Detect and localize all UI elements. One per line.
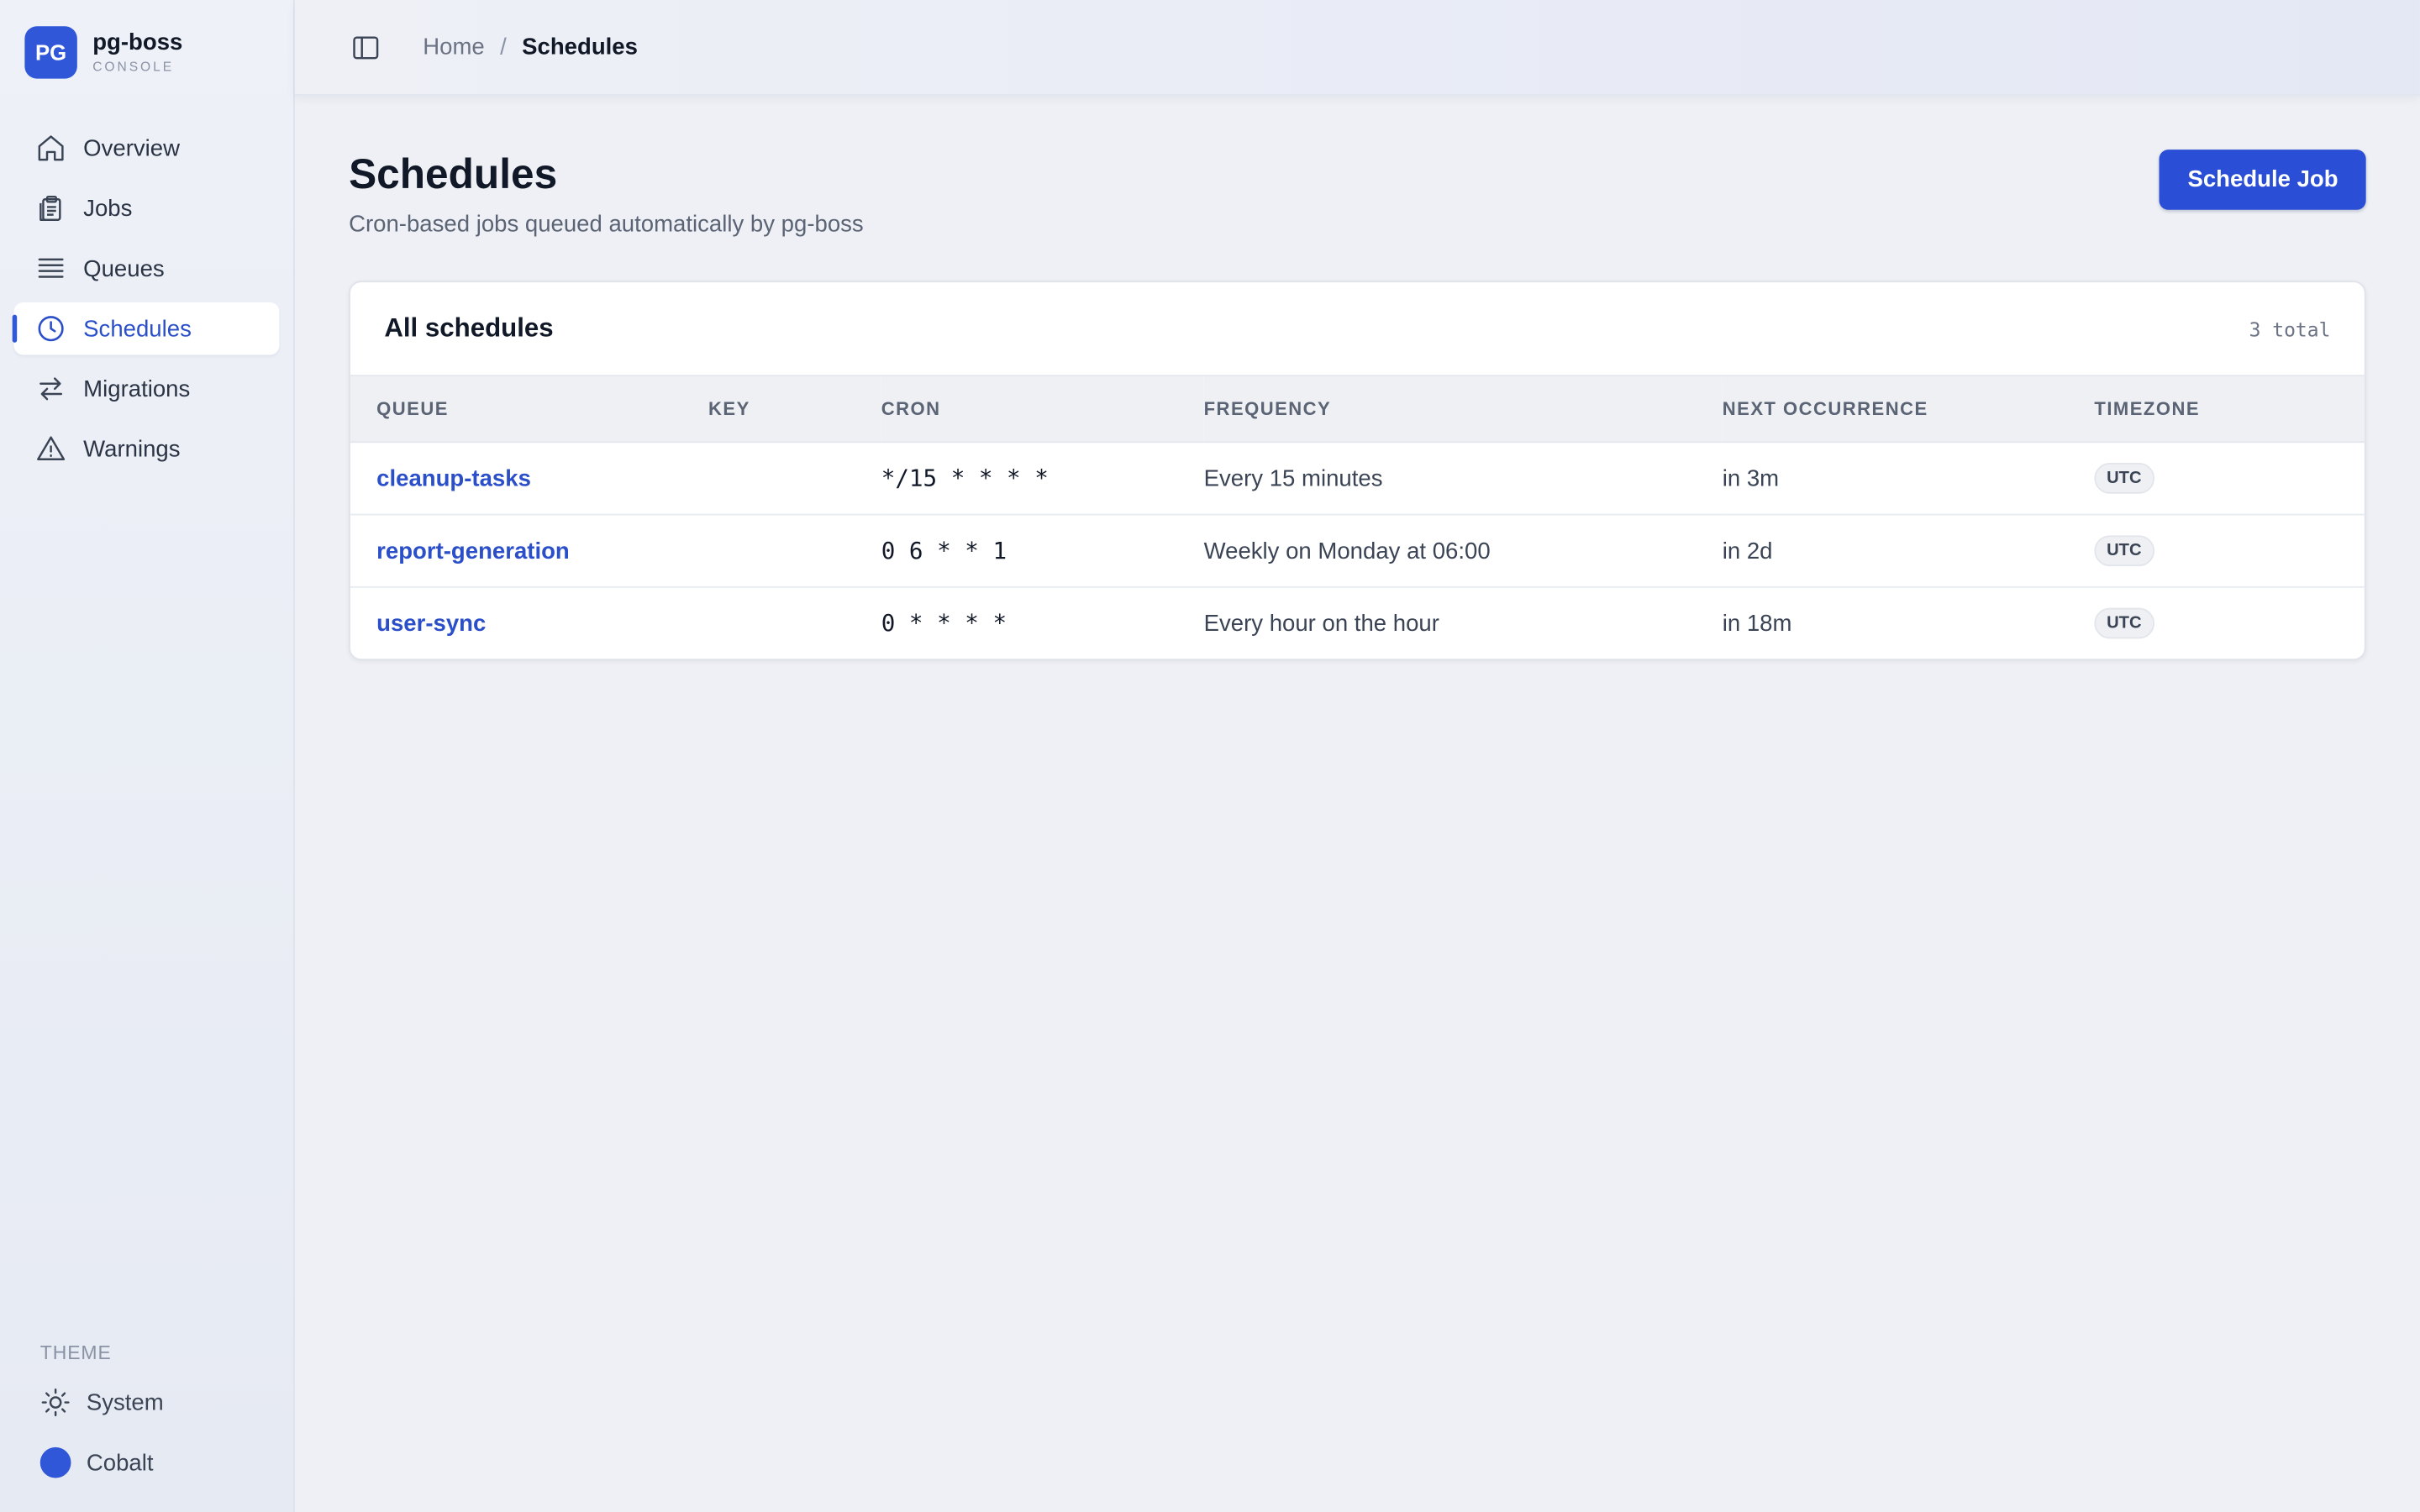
warning-icon — [37, 436, 66, 460]
sidebar-item-warnings[interactable]: Warnings — [14, 423, 280, 475]
sidebar-item-label: Overview — [83, 134, 181, 161]
brand-name: pg-boss — [92, 29, 183, 56]
theme-color-button[interactable]: Cobalt — [0, 1436, 293, 1488]
theme-label: THEME — [39, 1341, 112, 1364]
column-header-key[interactable]: KEY — [708, 375, 881, 444]
next-occurrence-cell: in 18m — [1722, 610, 1792, 637]
column-header-frequency[interactable]: FREQUENCY — [1203, 375, 1723, 444]
breadcrumb-home-link[interactable]: Home — [423, 34, 484, 60]
sun-icon — [41, 1389, 70, 1417]
column-header-queue[interactable]: QUEUE — [350, 375, 709, 444]
schedules-table: QUEUE KEY CRON FREQUENCY NEXT OCCURRENCE… — [350, 375, 2365, 659]
schedules-card: All schedules 3 total QUEUE KEY CRON FRE… — [349, 281, 2366, 661]
color-swatch — [39, 1446, 71, 1478]
frequency-cell: Every 15 minutes — [1203, 442, 1723, 516]
page-subtitle: Cron-based jobs queued automatically by … — [349, 211, 864, 238]
sidebar-toggle-icon[interactable] — [350, 32, 381, 63]
next-occurrence-cell: in 3m — [1722, 442, 2095, 516]
page-content: Schedules Cron-based jobs queued automat… — [295, 96, 2420, 661]
column-header-next-occurrence[interactable]: NEXT OCCURRENCE — [1722, 375, 2095, 444]
sidebar-item-label: Queues — [83, 255, 165, 282]
key-cell — [708, 442, 881, 516]
sidebar-item-jobs[interactable]: Jobs — [14, 182, 280, 234]
cron-expression: */15 * * * * — [881, 464, 1049, 492]
sidebar-nav: Overview Jobs Queues Schedules Migration… — [0, 122, 293, 475]
frequency-cell: Weekly on Monday at 06:00 — [1203, 514, 1723, 588]
brand[interactable]: PG pg-boss CONSOLE — [0, 0, 293, 81]
clock-icon — [38, 316, 64, 342]
key-cell — [708, 514, 881, 588]
theme-mode-button[interactable]: System — [0, 1376, 293, 1428]
sidebar-item-label: Migrations — [83, 375, 191, 402]
card-title: All schedules — [384, 312, 554, 343]
sidebar-item-label: Warnings — [83, 435, 181, 463]
page-title: Schedules — [349, 150, 558, 198]
breadcrumb: Home / Schedules — [423, 34, 638, 60]
sidebar-item-migrations[interactable]: Migrations — [14, 363, 280, 415]
sidebar-item-schedules[interactable]: Schedules — [12, 302, 280, 355]
next-occurrence-cell: in 2d — [1722, 514, 2095, 588]
sidebar-item-overview[interactable]: Overview — [14, 122, 280, 174]
queue-link[interactable]: report-generation — [376, 538, 570, 564]
total-count: 3 total — [2249, 317, 2331, 340]
list-icon — [38, 258, 64, 278]
brand-logo: PG — [24, 26, 77, 79]
queue-link[interactable]: cleanup-tasks — [376, 465, 531, 491]
topbar: Home / Schedules — [294, 0, 2420, 96]
key-cell — [708, 587, 881, 659]
theme-mode-label: System — [86, 1389, 164, 1416]
clipboard-icon — [39, 195, 61, 221]
home-icon — [38, 135, 64, 161]
brand-subtitle: CONSOLE — [92, 59, 175, 75]
theme-color-label: Cobalt — [86, 1449, 154, 1476]
breadcrumb-current: Schedules — [522, 34, 638, 60]
sidebar: PG pg-boss CONSOLE Overview Jobs Queues … — [0, 0, 295, 1512]
timezone-badge: UTC — [2094, 607, 2154, 639]
theme-section: THEME System Cobalt — [0, 1342, 293, 1512]
frequency-cell: Every hour on the hour — [1203, 610, 1439, 637]
sidebar-item-queues[interactable]: Queues — [14, 242, 280, 294]
table-row[interactable]: cleanup-tasks */15 * * * * Every 15 minu… — [350, 442, 2365, 516]
queue-link[interactable]: user-sync — [376, 610, 486, 636]
table-row[interactable]: user-sync 0 * * * * Every hour on the ho… — [350, 587, 2365, 659]
table-row[interactable]: report-generation 0 6 * * 1 Weekly on Mo… — [350, 514, 2365, 588]
arrows-icon — [39, 377, 63, 401]
main-area: Home / Schedules Schedules Cron-based jo… — [294, 0, 2420, 1512]
cron-expression: 0 6 * * 1 — [881, 537, 1007, 565]
sidebar-item-label: Schedules — [83, 315, 192, 342]
column-header-timezone[interactable]: TIMEZONE — [2094, 375, 2365, 444]
timezone-badge: UTC — [2094, 535, 2154, 567]
cron-expression: 0 * * * * — [881, 609, 1007, 638]
column-header-cron[interactable]: CRON — [881, 375, 1204, 444]
timezone-badge: UTC — [2094, 463, 2154, 494]
breadcrumb-separator: / — [500, 34, 507, 60]
sidebar-item-label: Jobs — [83, 195, 133, 222]
schedule-job-button[interactable]: Schedule Job — [2160, 150, 2366, 210]
table-header-row: QUEUE KEY CRON FREQUENCY NEXT OCCURRENCE… — [350, 375, 2365, 444]
